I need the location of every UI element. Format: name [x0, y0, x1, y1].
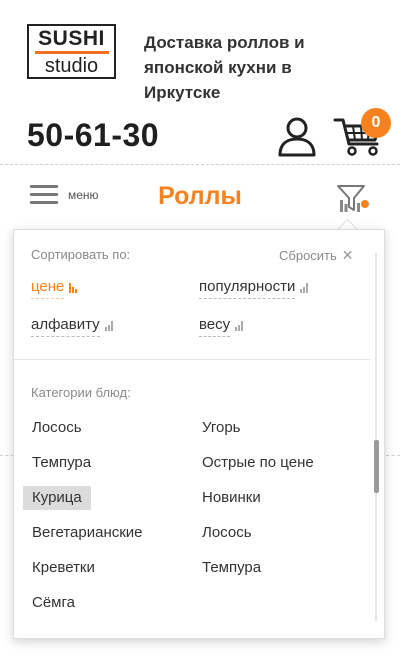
cart-count-badge[interactable]: 0: [361, 108, 391, 138]
sort-option-weight[interactable]: весу: [199, 316, 244, 337]
category-item[interactable]: Креветки: [32, 556, 95, 580]
bar-chart-icon: [69, 283, 78, 293]
logo-text-top: SUSHI: [38, 26, 105, 50]
category-item[interactable]: Лосось: [202, 521, 252, 545]
category-item[interactable]: Темпура: [202, 556, 261, 580]
category-item[interactable]: Угорь: [202, 416, 241, 440]
sort-option-label: популярности: [199, 278, 296, 299]
bar-chart-icon: [235, 321, 244, 331]
filter-panel: Сортировать по: Сбросить ✕ цене популярн…: [13, 229, 385, 639]
scrollbar-track[interactable]: [375, 253, 377, 621]
sort-option-alphabet[interactable]: алфавиту: [31, 316, 113, 337]
category-item[interactable]: Вегетарианские: [32, 521, 143, 545]
categories-label: Категории блюд:: [31, 385, 131, 400]
category-item-selected[interactable]: Курица: [23, 486, 91, 510]
sort-option-label: цене: [31, 278, 65, 299]
section-divider-right: [386, 455, 400, 456]
logo-text-bottom: studio: [44, 54, 99, 77]
close-icon: ✕: [341, 247, 354, 263]
logo[interactable]: SUSHI studio: [27, 24, 116, 79]
bar-chart-icon: [300, 283, 309, 293]
user-icon[interactable]: [277, 115, 317, 157]
category-item[interactable]: Новинки: [202, 486, 261, 510]
sort-option-price[interactable]: цене: [31, 278, 78, 299]
logo-underline: [34, 50, 109, 54]
phone-number[interactable]: 50-61-30: [27, 117, 159, 154]
category-item[interactable]: Темпура: [32, 451, 91, 475]
category-item[interactable]: Острые по цене: [202, 451, 314, 475]
sort-option-label: алфавиту: [31, 316, 100, 337]
site-tagline: Доставка роллов и японской кухни в Иркут…: [144, 33, 305, 102]
header-divider: [0, 164, 400, 165]
category-item[interactable]: Лосось: [32, 416, 82, 440]
sort-label: Сортировать по:: [31, 247, 131, 262]
scrollbar-thumb[interactable]: [374, 440, 379, 493]
sort-option-label: весу: [199, 316, 231, 337]
panel-divider: [14, 359, 370, 360]
bar-chart-icon: [104, 321, 113, 331]
reset-label: Сбросить: [279, 248, 337, 263]
reset-button[interactable]: Сбросить ✕: [279, 247, 354, 264]
filter-icon[interactable]: [336, 184, 372, 214]
section-divider-left: [0, 455, 14, 456]
category-item[interactable]: Сёмга: [32, 591, 75, 615]
sort-option-popularity[interactable]: популярности: [199, 278, 309, 299]
